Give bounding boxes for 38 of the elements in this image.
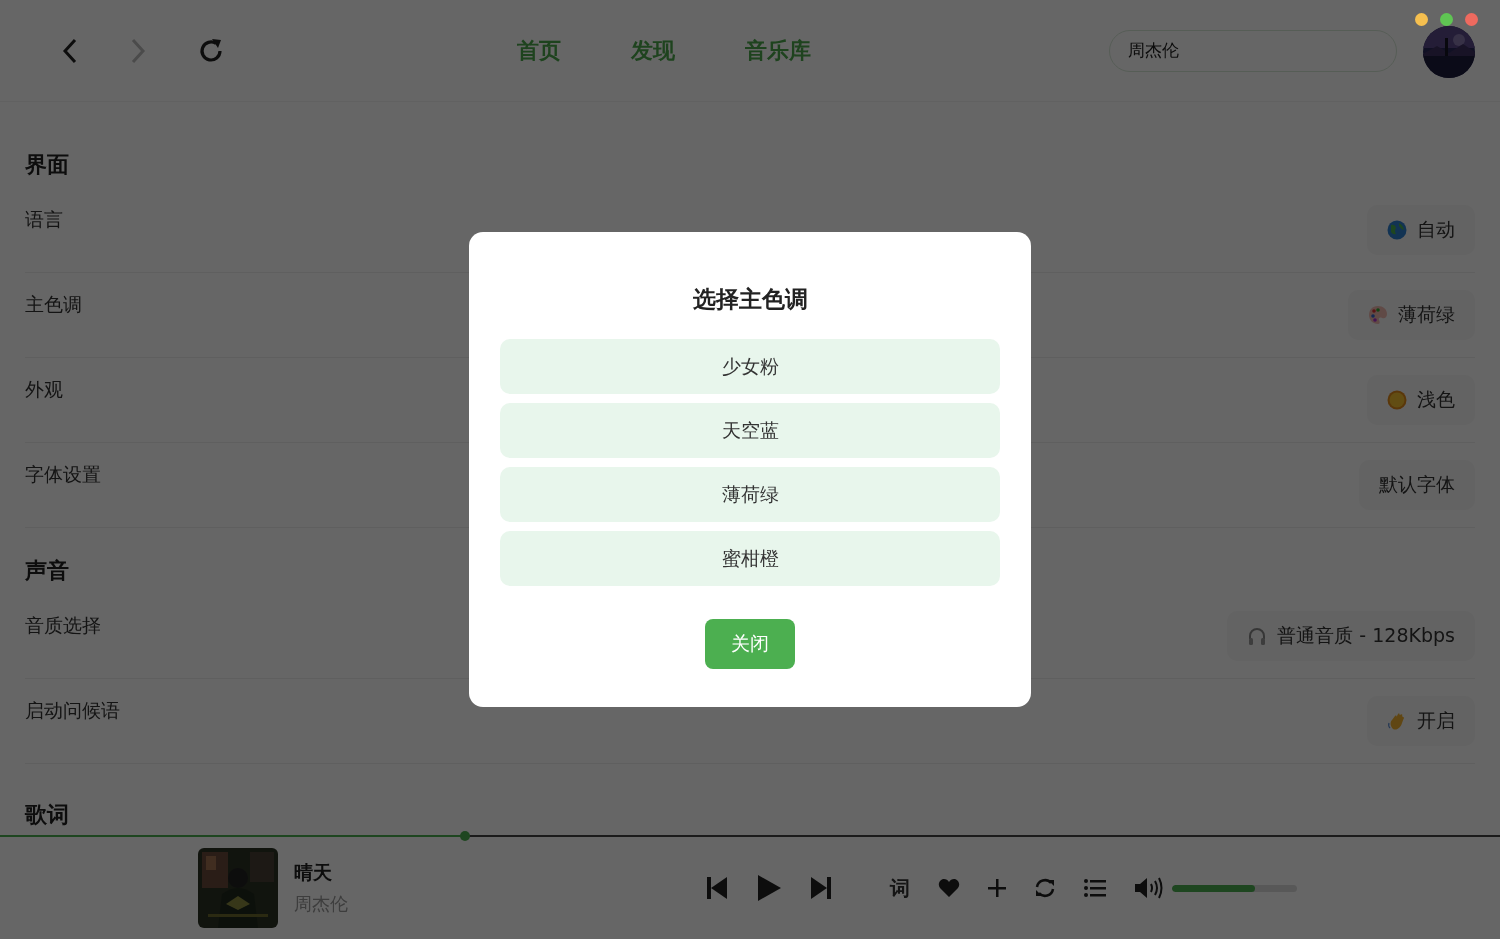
globe-icon (1387, 220, 1407, 240)
section-heading: 声音 (25, 557, 69, 585)
song-title: 晴天 (294, 860, 333, 885)
plus-icon[interactable] (988, 879, 1006, 897)
dialog-title: 选择主色调 (692, 285, 808, 314)
section-heading: 歌词 (25, 801, 69, 829)
sun-icon (1387, 390, 1407, 410)
palette-icon (1368, 305, 1388, 325)
window-control-button[interactable] (1465, 13, 1478, 26)
setting-label: 字体设置 (25, 462, 101, 487)
heart-icon[interactable] (938, 878, 960, 898)
setting-label: 语言 (25, 207, 63, 232)
playlist-icon[interactable] (1084, 878, 1106, 898)
repeat-icon[interactable] (1034, 877, 1056, 899)
play-icon[interactable] (756, 874, 782, 902)
setting-label: 音质选择 (25, 613, 101, 638)
color-option-button[interactable]: 少女粉 (500, 339, 1000, 394)
setting-label: 外观 (25, 377, 63, 402)
nav-tab[interactable]: 发现 (631, 35, 675, 66)
window-control-button[interactable] (1415, 13, 1428, 26)
search-field[interactable]: 周杰伦 (1109, 29, 1397, 72)
color-option-button[interactable]: 薄荷绿 (500, 467, 1000, 522)
lyrics-button[interactable]: 词 (890, 874, 910, 902)
nav-tab[interactable]: 音乐库 (745, 35, 811, 66)
headphones-icon (1247, 626, 1268, 646)
previous-icon[interactable] (706, 876, 728, 900)
nav-tab[interactable]: 首页 (517, 35, 561, 66)
volume-slider[interactable] (1172, 884, 1297, 892)
color-option-button[interactable]: 蜜柑橙 (500, 531, 1000, 586)
color-option-button[interactable]: 天空蓝 (500, 403, 1000, 458)
section-heading: 界面 (25, 151, 69, 179)
waving-hand-icon (1387, 711, 1407, 731)
setting-label: 启动问候语 (25, 698, 120, 723)
setting-label: 主色调 (25, 292, 82, 317)
close-button[interactable]: 关闭 (705, 619, 795, 669)
next-icon[interactable] (810, 876, 832, 900)
window-control-button[interactable] (1440, 13, 1453, 26)
volume-icon[interactable] (1134, 877, 1164, 899)
